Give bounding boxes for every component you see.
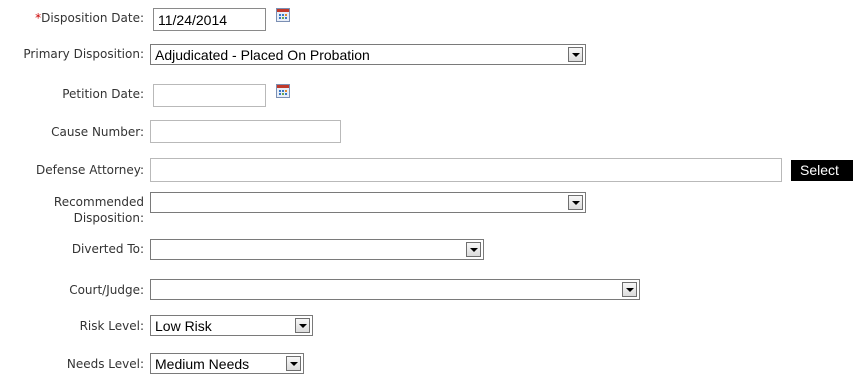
- chevron-down-icon[interactable]: [568, 47, 583, 62]
- primary-disposition-label: Primary Disposition:: [23, 47, 144, 61]
- risk-level-label: Risk Level:: [79, 319, 144, 333]
- court-judge-select[interactable]: [150, 279, 640, 300]
- needs-level-label: Needs Level:: [66, 357, 144, 371]
- calendar-icon[interactable]: [276, 8, 290, 22]
- chevron-down-icon[interactable]: [568, 195, 583, 210]
- diverted-to-label: Diverted To:: [71, 242, 144, 256]
- chevron-down-icon[interactable]: [622, 282, 637, 297]
- defense-attorney-label: Defense Attorney:: [35, 163, 144, 177]
- primary-disposition-select[interactable]: Adjudicated - Placed On Probation: [150, 44, 586, 65]
- calendar-icon[interactable]: [276, 84, 290, 98]
- chevron-down-icon[interactable]: [286, 356, 301, 371]
- select-attorney-button[interactable]: Select: [791, 160, 853, 181]
- petition-date-input[interactable]: [153, 84, 266, 107]
- recommended-disposition-select[interactable]: [150, 192, 586, 213]
- risk-level-select[interactable]: Low Risk: [150, 315, 313, 336]
- disposition-date-input[interactable]: 11/24/2014: [153, 8, 266, 31]
- diverted-to-select[interactable]: [150, 239, 484, 260]
- defense-attorney-input[interactable]: [150, 158, 782, 182]
- chevron-down-icon[interactable]: [466, 242, 481, 257]
- chevron-down-icon[interactable]: [295, 318, 310, 333]
- cause-number-input[interactable]: [150, 120, 341, 143]
- petition-date-label: Petition Date:: [62, 87, 144, 101]
- court-judge-label: Court/Judge:: [69, 283, 144, 297]
- disposition-date-label: *Disposition Date:: [35, 11, 144, 25]
- cause-number-label: Cause Number:: [51, 125, 144, 139]
- needs-level-select[interactable]: Medium Needs: [150, 353, 304, 374]
- recommended-disposition-label: Recommended Disposition:: [53, 195, 144, 225]
